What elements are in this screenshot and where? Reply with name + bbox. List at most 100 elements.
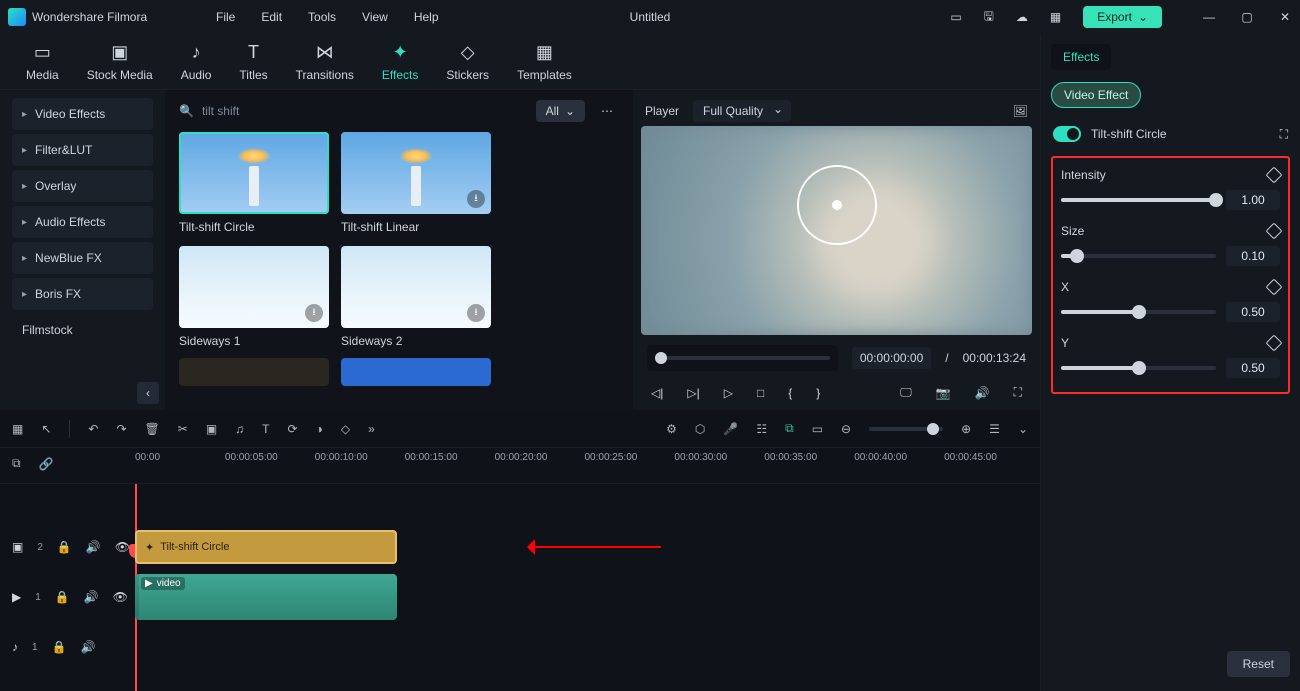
close-icon[interactable]: ✕ [1278, 10, 1292, 24]
zoom-out-icon[interactable]: ⊖ [841, 422, 851, 436]
x-value[interactable]: 0.50 [1226, 302, 1280, 322]
zoom-slider[interactable] [869, 427, 943, 431]
track-lane-effect[interactable]: ✦ Tilt-shift Circle [135, 522, 1040, 572]
grid-icon[interactable]: ▦ [12, 422, 23, 436]
cursor-icon[interactable]: ↖ [41, 422, 51, 436]
effect-enable-toggle[interactable] [1053, 126, 1081, 142]
eye-icon[interactable]: 👁 [115, 540, 130, 554]
tab-transitions[interactable]: ⋈Transitions [282, 42, 368, 82]
effect-card-sideways-2[interactable]: ⭳ Sideways 2 [341, 246, 491, 348]
equalizer-icon[interactable]: ☷ [756, 422, 767, 436]
effect-card-sideways-1[interactable]: ⭳ Sideways 1 [179, 246, 329, 348]
tab-stock-media[interactable]: ▣Stock Media [73, 42, 167, 82]
undo-icon[interactable]: ↶ [88, 422, 98, 436]
crop-icon[interactable]: ▣ [206, 422, 217, 436]
cloud-icon[interactable]: ☁ [1016, 10, 1028, 24]
intensity-value[interactable]: 1.00 [1226, 190, 1280, 210]
sidebar-item-video-effects[interactable]: ▸Video Effects [12, 98, 153, 130]
music-icon[interactable]: ♫ [235, 422, 244, 436]
settings-gear-icon[interactable]: ⚙ [666, 422, 677, 436]
preview-canvas[interactable] [641, 126, 1032, 335]
tab-media[interactable]: ▭Media [12, 42, 73, 82]
timeline-ruler[interactable]: ⧉ 🔗 00:00 00:00:05:00 00:00:10:00 00:00:… [0, 448, 1040, 484]
delete-icon[interactable]: 🗑 [145, 422, 160, 436]
play-to-end-icon[interactable]: ▷| [687, 386, 699, 400]
mic-icon[interactable]: 🎤 [723, 422, 738, 436]
tab-audio[interactable]: ♪Audio [167, 42, 226, 82]
split-icon[interactable]: ✂ [178, 422, 188, 436]
keyframe-icon[interactable] [1266, 279, 1283, 296]
apps-grid-icon[interactable]: ▦ [1050, 10, 1061, 24]
video-effect-chip[interactable]: Video Effect [1051, 82, 1141, 108]
menu-help[interactable]: Help [414, 10, 439, 24]
size-slider[interactable] [1061, 254, 1216, 258]
tracks-icon[interactable]: ⧉ [12, 456, 21, 471]
quality-dropdown[interactable]: Full Quality [693, 100, 791, 122]
lock-icon[interactable]: 🔒 [52, 640, 67, 654]
sidebar-item-filter-lut[interactable]: ▸Filter&LUT [12, 134, 153, 166]
link-icon[interactable]: 🔗 [39, 457, 54, 471]
effect-card-tilt-shift-circle[interactable]: Tilt-shift Circle [179, 132, 329, 234]
minimize-icon[interactable]: — [1202, 10, 1216, 24]
sidebar-item-newblue-fx[interactable]: ▸NewBlue FX [12, 242, 153, 274]
video-clip[interactable]: ▶ video [135, 574, 397, 620]
sidebar-item-overlay[interactable]: ▸Overlay [12, 170, 153, 202]
seek-bar[interactable] [647, 345, 838, 371]
shield-icon[interactable]: ⬡ [695, 422, 705, 436]
zoom-knob[interactable] [927, 423, 939, 435]
text-icon[interactable]: T [262, 422, 269, 436]
marker-icon[interactable]: ▭ [812, 422, 823, 436]
more-options-button[interactable]: ⋯ [595, 104, 619, 118]
lock-icon[interactable]: 🔒 [55, 590, 70, 604]
track-lane-audio[interactable] [135, 622, 1040, 672]
zoom-in-icon[interactable]: ⊕ [961, 422, 971, 436]
seek-knob[interactable] [655, 352, 667, 364]
tab-templates[interactable]: ▦Templates [503, 42, 586, 82]
reset-button[interactable]: Reset [1227, 651, 1290, 677]
mark-out-icon[interactable]: } [816, 386, 820, 400]
y-value[interactable]: 0.50 [1226, 358, 1280, 378]
track-lane-spacer[interactable] [135, 484, 1040, 522]
track-effect-icon[interactable]: ▣ [12, 540, 23, 554]
snapshot-icon[interactable]: 📷 [936, 386, 951, 400]
menu-tools[interactable]: Tools [308, 10, 336, 24]
maximize-icon[interactable]: ▢ [1240, 10, 1254, 24]
tab-effects[interactable]: ✦Effects [368, 42, 432, 82]
fullscreen-icon[interactable]: ⛶ [1014, 385, 1022, 400]
y-slider[interactable] [1061, 366, 1216, 370]
tilt-shift-center-handle[interactable] [832, 200, 842, 210]
keyframe-icon[interactable] [1266, 167, 1283, 184]
sidebar-collapse-button[interactable]: ‹ [137, 382, 159, 404]
x-slider[interactable] [1061, 310, 1216, 314]
chevron-down-icon[interactable]: ⌄ [1018, 422, 1028, 436]
eye-icon[interactable]: 👁 [113, 590, 128, 604]
filter-dropdown[interactable]: All ⌄ [536, 100, 585, 122]
volume-icon[interactable]: 🔊 [975, 386, 990, 400]
mute-icon[interactable]: 🔊 [81, 640, 96, 654]
export-button[interactable]: Export ⌄ [1083, 6, 1162, 28]
menu-edit[interactable]: Edit [261, 10, 282, 24]
play-icon[interactable]: ▷ [724, 386, 733, 400]
more-icon[interactable]: » [368, 422, 375, 436]
display-settings-icon[interactable]: 🖵 [900, 385, 912, 400]
search-input[interactable]: 🔍 tilt shift [179, 104, 526, 118]
track-audio-icon[interactable]: ♪ [12, 640, 18, 654]
effect-card-partial[interactable] [179, 358, 329, 386]
tab-stickers[interactable]: ◇Stickers [432, 42, 503, 82]
stop-icon[interactable]: □ [757, 386, 764, 400]
adjust-icon[interactable]: ◑ [316, 422, 323, 436]
menu-file[interactable]: File [216, 10, 235, 24]
effect-clip[interactable]: ✦ Tilt-shift Circle [135, 530, 397, 564]
sidebar-item-filmstock[interactable]: Filmstock [12, 314, 153, 346]
menu-view[interactable]: View [362, 10, 388, 24]
speed-icon[interactable]: ⟳ [288, 422, 298, 436]
save-icon[interactable]: 🖫 [984, 7, 994, 28]
intensity-slider[interactable] [1061, 198, 1216, 202]
redo-icon[interactable]: ↷ [116, 422, 126, 436]
prev-frame-icon[interactable]: ◁| [651, 386, 663, 400]
sidebar-item-boris-fx[interactable]: ▸Boris FX [12, 278, 153, 310]
screen-layout-icon[interactable]: ▭ [950, 10, 961, 24]
size-value[interactable]: 0.10 [1226, 246, 1280, 266]
layout-icon[interactable]: ☰ [989, 422, 1000, 436]
sidebar-item-audio-effects[interactable]: ▸Audio Effects [12, 206, 153, 238]
